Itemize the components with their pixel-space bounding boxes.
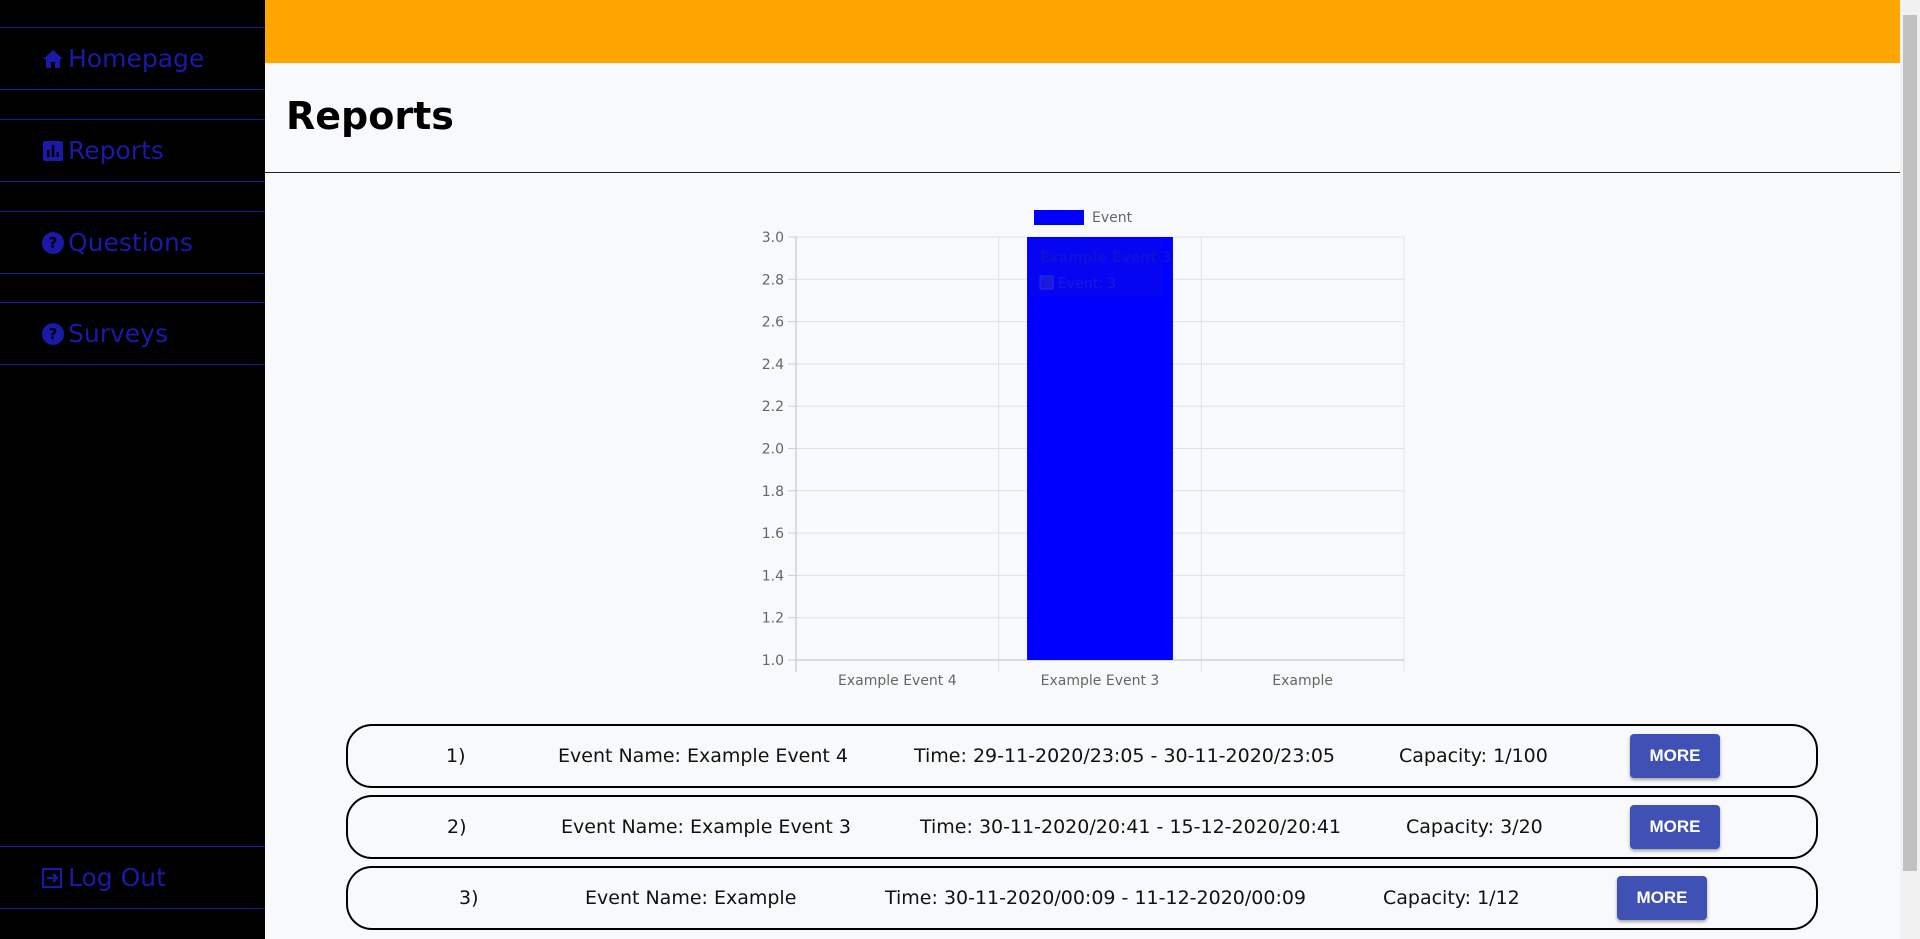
event-index: 3) bbox=[459, 887, 479, 909]
home-icon bbox=[40, 46, 66, 72]
sidebar-item-label: Surveys bbox=[68, 319, 168, 348]
scrollbar-thumb[interactable] bbox=[1903, 15, 1917, 871]
question-icon: ? bbox=[40, 230, 66, 256]
tooltip-swatch bbox=[1039, 275, 1054, 290]
event-time: Time: 29-11-2020/23:05 - 30-11-2020/23:0… bbox=[914, 745, 1336, 767]
y-tick-label: 2.0 bbox=[762, 442, 784, 458]
y-tick-label: 1.6 bbox=[762, 526, 784, 542]
y-tick-label: 1.0 bbox=[762, 653, 784, 669]
bar-chart-icon bbox=[40, 138, 66, 164]
svg-text:?: ? bbox=[49, 234, 58, 252]
chart-svg: 1.0 1.2 1.4 1.6 1.8 2.0 2.2 2.4 2.6 2.8 3.0 Example… bbox=[762, 210, 1405, 689]
y-tick-label: 1.4 bbox=[762, 568, 784, 584]
event-name: Event Name: Example Event 4 bbox=[558, 745, 848, 767]
legend-label: Event bbox=[1092, 210, 1133, 226]
event-capacity: Capacity: 3/20 bbox=[1406, 816, 1543, 838]
sidebar-item-label: Questions bbox=[68, 228, 193, 257]
top-bar bbox=[265, 0, 1900, 63]
svg-text:?: ? bbox=[49, 325, 58, 343]
logout-icon bbox=[40, 865, 66, 891]
event-capacity: Capacity: 1/12 bbox=[1383, 887, 1520, 909]
bar bbox=[1027, 237, 1173, 660]
event-time: Time: 30-11-2020/00:09 - 11-12-2020/00:0… bbox=[885, 887, 1307, 909]
logout-button[interactable]: Log Out bbox=[0, 846, 265, 909]
sidebar-item-label: Log Out bbox=[68, 863, 166, 892]
tooltip-title: Example Event 3 bbox=[1040, 250, 1171, 266]
event-name: Event Name: Example bbox=[585, 887, 797, 909]
y-tick-label: 1.2 bbox=[762, 611, 784, 627]
y-tick-label: 2.8 bbox=[762, 272, 784, 288]
question-icon: ? bbox=[40, 321, 66, 347]
x-tick-label: Example bbox=[1272, 673, 1333, 689]
title-divider bbox=[265, 172, 1900, 173]
event-row: 3) Event Name: Example Time: 30-11-2020/… bbox=[346, 866, 1818, 930]
event-row: 2) Event Name: Example Event 3 Time: 30-… bbox=[346, 795, 1818, 859]
y-tick-label: 2.6 bbox=[762, 315, 784, 331]
sidebar-item-label: Homepage bbox=[68, 44, 205, 73]
legend-swatch bbox=[1034, 210, 1084, 225]
more-button[interactable]: MORE bbox=[1630, 805, 1720, 849]
bar-chart: 1.0 1.2 1.4 1.6 1.8 2.0 2.2 2.4 2.6 2.8 3.0 Example… bbox=[740, 200, 1420, 700]
event-name: Event Name: Example Event 3 bbox=[561, 816, 851, 838]
event-row: 1) Event Name: Example Event 4 Time: 29-… bbox=[346, 724, 1818, 788]
y-tick-label: 2.2 bbox=[762, 399, 784, 415]
sidebar-item-questions[interactable]: ? Questions bbox=[0, 211, 265, 274]
sidebar-item-surveys[interactable]: ? Surveys bbox=[0, 302, 265, 365]
y-tick-label: 2.4 bbox=[762, 357, 784, 373]
event-capacity: Capacity: 1/100 bbox=[1399, 745, 1548, 767]
x-tick-label: Example Event 4 bbox=[838, 673, 957, 689]
more-button[interactable]: MORE bbox=[1617, 876, 1707, 920]
sidebar-item-homepage[interactable]: Homepage bbox=[0, 27, 265, 90]
event-index: 1) bbox=[446, 745, 466, 767]
y-tick-label: 1.8 bbox=[762, 484, 784, 500]
event-index: 2) bbox=[447, 816, 467, 838]
x-tick-label: Example Event 3 bbox=[1041, 673, 1160, 689]
page-title: Reports bbox=[286, 94, 454, 138]
sidebar-item-reports[interactable]: Reports bbox=[0, 119, 265, 182]
sidebar-item-label: Reports bbox=[68, 136, 164, 165]
tooltip-label: Event: 3 bbox=[1058, 276, 1116, 292]
sidebar: Homepage Reports ? Questions ? Surveys L… bbox=[0, 0, 265, 939]
event-time: Time: 30-11-2020/20:41 - 15-12-2020/20:4… bbox=[920, 816, 1342, 838]
y-tick-label: 3.0 bbox=[762, 230, 784, 246]
more-button[interactable]: MORE bbox=[1630, 734, 1720, 778]
